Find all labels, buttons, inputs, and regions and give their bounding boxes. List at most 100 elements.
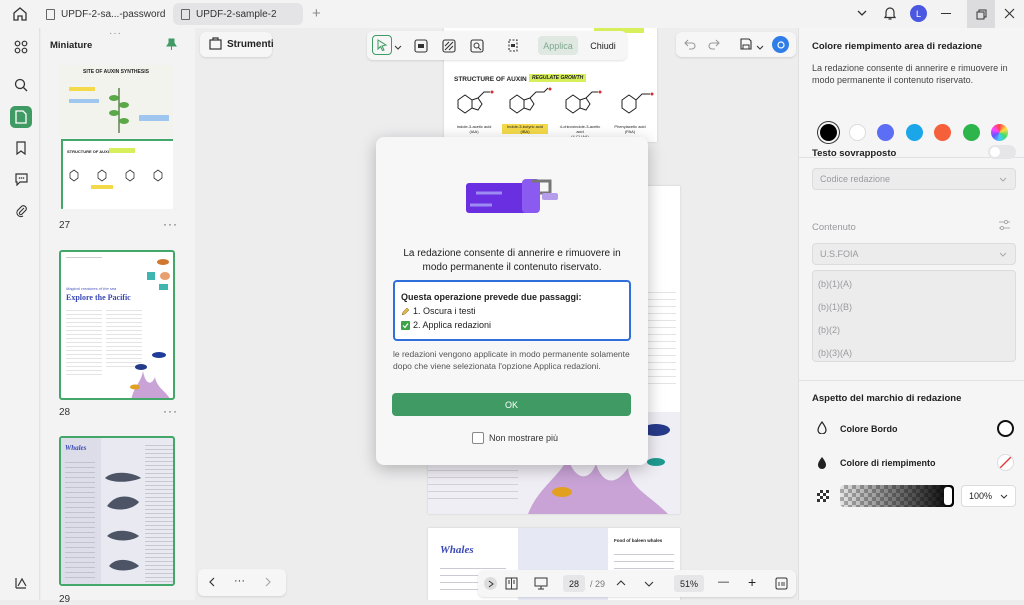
page-nav-bar: ··· — [198, 569, 286, 596]
fill-color-label: Colore di riempimento — [840, 458, 936, 468]
new-tab-button[interactable]: + — [312, 5, 321, 22]
view-control-bar: 28 / 29 51% — + — [478, 570, 796, 597]
pencil-icon — [401, 307, 410, 316]
pages-icon[interactable] — [10, 106, 32, 128]
close-window-button[interactable] — [1004, 8, 1015, 22]
restore-button[interactable] — [967, 0, 995, 28]
chevron-down-icon[interactable] — [856, 7, 868, 22]
opacity-slider-handle[interactable] — [944, 487, 952, 505]
color-swatch-blue[interactable] — [877, 124, 894, 141]
opacity-select[interactable]: 100% — [961, 485, 1016, 507]
border-color-swatch[interactable] — [997, 420, 1014, 437]
steps-box: Questa operazione prevede due passaggi: … — [393, 280, 631, 341]
content-select[interactable]: U.S.FOIA — [812, 243, 1016, 265]
chevron-down-icon — [999, 177, 1007, 182]
page-up-icon[interactable] — [616, 578, 626, 590]
steps-title: Questa operazione prevede due passaggi: — [401, 292, 582, 302]
thumb-title: SITE OF AUXIN SYNTHESIS — [83, 69, 149, 75]
more-button[interactable]: ··· — [234, 575, 245, 587]
page-layout-icon[interactable] — [505, 577, 518, 593]
panel-title: Miniature — [50, 40, 93, 51]
color-swatch-green[interactable] — [963, 124, 980, 141]
plant-illustration — [109, 83, 129, 133]
content-title: Contenuto — [812, 222, 856, 233]
appearance-title: Aspetto del marchio di redazione — [812, 393, 962, 404]
next-page-icon[interactable] — [264, 577, 272, 590]
page-down-icon[interactable] — [644, 579, 654, 591]
thumbnail-page-27[interactable]: SITE OF AUXIN SYNTHESIS STRUCTURE OF AUX… — [59, 63, 175, 211]
paint-roller-icon — [462, 173, 562, 219]
fill-color-none-swatch[interactable] — [997, 454, 1014, 471]
bell-icon[interactable] — [883, 6, 897, 24]
chevron-down-icon — [1000, 494, 1008, 499]
fill-color-title: Colore riempimento area di redazione — [812, 41, 982, 52]
comment-icon[interactable] — [10, 168, 32, 190]
thumb-subtitle: Magical creatures of the sea — [66, 286, 117, 291]
content-list-item[interactable]: (b)(2) — [818, 325, 840, 335]
content-list-item[interactable]: (b)(1)(A) — [818, 279, 852, 289]
thumbnail-number: 27 — [59, 220, 71, 231]
redaction-properties-panel: Colore riempimento area di redazione La … — [798, 28, 1024, 600]
tab-sample-2[interactable]: UPDF-2-sample-2 — [173, 3, 303, 25]
total-pages: / 29 — [590, 579, 606, 589]
tab-password-doc[interactable]: UPDF-2-sa...-password — [38, 3, 168, 25]
color-picker-icon[interactable] — [991, 124, 1008, 141]
document-icon — [46, 8, 55, 20]
thumb-title: Explore the Pacific — [66, 293, 131, 302]
thumbnail-panel: ··· Miniature SITE OF AUXIN SYNTHESIS ST… — [41, 28, 195, 605]
thumbnail-page-29[interactable]: Whales — [59, 436, 175, 586]
zoom-out-button[interactable]: — — [718, 576, 729, 588]
search-icon[interactable] — [10, 74, 32, 96]
overlay-text-title: Testo sovrapposto — [812, 148, 897, 159]
zoom-in-button[interactable]: + — [748, 574, 756, 590]
ok-button[interactable]: OK — [392, 393, 631, 416]
check-icon — [401, 320, 410, 330]
color-swatch-orange[interactable] — [934, 124, 951, 141]
step-1: 1. Oscura i testi — [401, 306, 476, 316]
bookmark-icon[interactable] — [10, 137, 32, 159]
opacity-slider[interactable] — [840, 485, 954, 507]
expand-icon[interactable] — [484, 577, 497, 590]
layers-icon[interactable] — [10, 572, 32, 594]
left-rail — [0, 28, 40, 600]
content-list-item[interactable]: (b)(3)(A) — [818, 348, 852, 358]
overlay-text-toggle[interactable] — [988, 145, 1016, 159]
attachment-icon[interactable] — [10, 200, 32, 222]
color-swatch-cyan[interactable] — [906, 124, 923, 141]
color-swatch-black[interactable] — [820, 124, 837, 141]
drag-handle[interactable]: ··· — [109, 28, 122, 39]
prev-page-icon[interactable] — [208, 577, 216, 590]
thumbnail-more-button[interactable]: ··· — [163, 404, 178, 418]
home-icon[interactable] — [12, 6, 28, 22]
content-list: (b)(1)(A) (b)(1)(B) (b)(2) (b)(3)(A) — [812, 270, 1016, 362]
avatar[interactable]: L — [910, 5, 927, 22]
thumbnail-more-button[interactable]: ··· — [163, 217, 178, 231]
thumbnails-grid-icon[interactable] — [10, 36, 32, 58]
minimize-button[interactable] — [941, 13, 951, 14]
color-swatch-white[interactable] — [849, 124, 866, 141]
pin-icon[interactable] — [166, 38, 177, 54]
dialog-message: La redazione consente di annerire e rimu… — [403, 248, 621, 273]
fill-color-description: La redazione consente di annerire e rimu… — [812, 63, 1008, 85]
fit-page-icon[interactable] — [775, 577, 788, 593]
border-color-icon — [816, 420, 828, 437]
thumbnail-page-28[interactable]: Magical creatures of the sea Explore the… — [59, 250, 175, 400]
dialog-note: le redazioni vengono applicate in modo p… — [393, 349, 630, 371]
document-icon — [181, 8, 190, 20]
opacity-icon — [817, 490, 829, 502]
zoom-level[interactable]: 51% — [674, 575, 704, 592]
title-bar: UPDF-2-sa...-password UPDF-2-sample-2 + … — [0, 0, 1024, 28]
presentation-icon[interactable] — [534, 577, 548, 593]
fill-color-icon — [816, 456, 828, 472]
chevron-down-icon — [999, 252, 1007, 257]
dont-show-again-label: Non mostrare più — [489, 433, 559, 443]
redaction-code-select[interactable]: Codice redazione — [812, 168, 1016, 190]
thumb-title: Whales — [65, 444, 87, 452]
current-page-input[interactable]: 28 — [563, 575, 585, 592]
border-color-label: Colore Bordo — [840, 424, 898, 434]
content-settings-icon[interactable] — [998, 219, 1011, 234]
dont-show-again-checkbox[interactable] — [472, 432, 484, 444]
thumbnail-number: 28 — [59, 407, 71, 418]
content-list-item[interactable]: (b)(1)(B) — [818, 302, 852, 312]
step-2: 2. Applica redazioni — [401, 320, 491, 330]
